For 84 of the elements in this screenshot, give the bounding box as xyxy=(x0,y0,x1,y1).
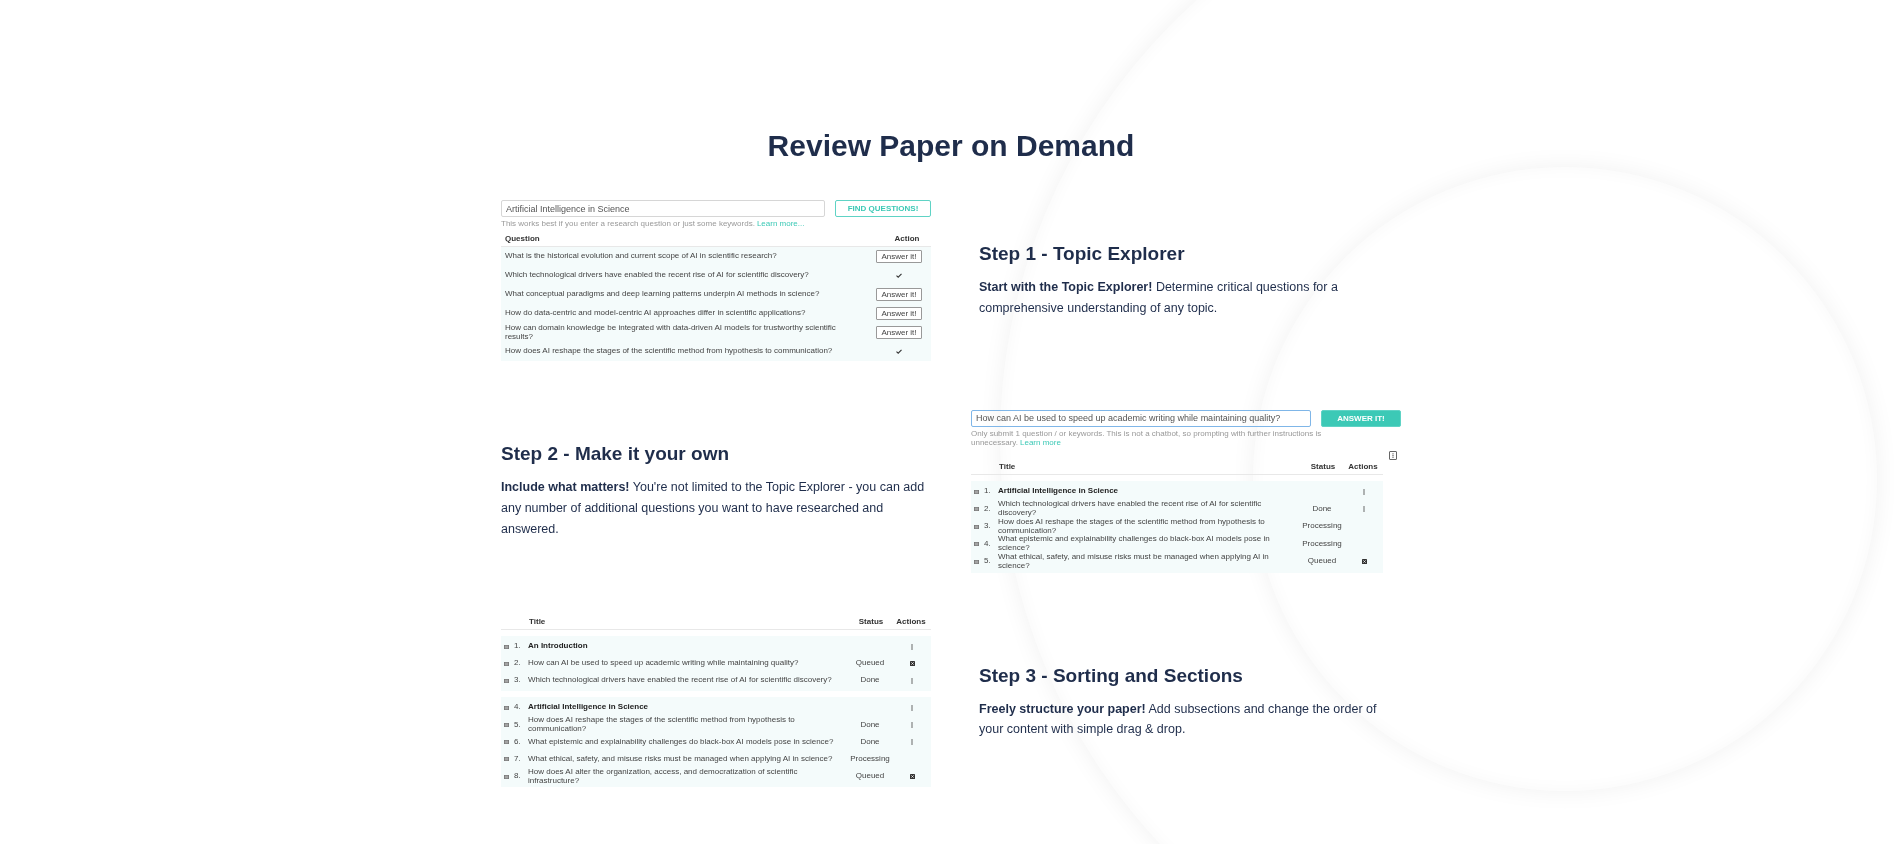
drag-handle-icon[interactable] xyxy=(974,559,979,564)
question-title: How does AI alter the organization, access, and democratization of scientific infrastructure? xyxy=(528,767,799,786)
question-title: What epistemic and explainability challenges do black-box AI models pose in science? xyxy=(528,737,835,747)
row-number: 5. xyxy=(984,557,992,567)
status-text: Done xyxy=(859,737,881,747)
answer-button[interactable]: Answer it! xyxy=(876,307,922,321)
page-title: Review Paper on Demand xyxy=(766,128,1136,164)
drag-handle-icon[interactable] xyxy=(504,740,509,745)
close-box-icon[interactable] xyxy=(1361,559,1367,565)
row-number: 1. xyxy=(514,642,522,652)
row-number: 1. xyxy=(984,487,992,497)
row-number: 3. xyxy=(984,522,992,531)
drag-handle-icon[interactable] xyxy=(504,661,509,666)
section-title: Artificial Intelligence in Science xyxy=(528,703,650,713)
row-number: 2. xyxy=(514,659,522,669)
step-heading: Step 2 - Make it your own xyxy=(501,443,731,466)
drag-handle-icon[interactable] xyxy=(974,489,979,494)
status-text: Queued xyxy=(854,659,886,669)
column-header: Title xyxy=(529,617,547,627)
question-text: Which technological drivers have enabled the recent rise of AI for scientific discovery? xyxy=(505,271,810,281)
question-title: Which technological drivers have enabled the recent rise of AI for scientific discovery? xyxy=(998,500,1263,517)
question-text: What is the historical evolution and current scope of AI in scientific research? xyxy=(505,252,778,262)
question-text: How does AI reshape the stages of the scientific method from hypothesis to communication? xyxy=(505,347,834,357)
question-text: How do data-centric and model-centric AI approaches differ in scientific applications? xyxy=(505,309,807,319)
drag-handle-icon[interactable] xyxy=(504,774,509,779)
step-heading: Step 1 - Topic Explorer xyxy=(979,242,1186,265)
row-number: 4. xyxy=(984,539,992,549)
drag-handle-icon[interactable] xyxy=(504,678,509,683)
question-title: How does AI reshape the stages of the scientific method from hypothesis to communication? xyxy=(528,716,796,734)
question-title: What epistemic and explainability challenges do black-box AI models pose in science? xyxy=(998,535,1271,553)
checkmark-icon xyxy=(896,349,902,355)
question-title: Which technological drivers have enabled the recent rise of AI for scientific discovery? xyxy=(528,676,833,686)
more-button[interactable] xyxy=(1389,451,1397,461)
column-header: Status xyxy=(1309,462,1337,472)
question-input-field[interactable]: How can AI be used to speed up academic writing while maintaining quality? xyxy=(971,409,1311,427)
status-text: Done xyxy=(1311,504,1333,514)
question-text: What conceptual paradigms and deep learning patterns underpin AI methods in science? xyxy=(505,290,821,300)
row-number: 3. xyxy=(514,676,522,686)
column-header: Title xyxy=(999,462,1017,472)
drag-handle-icon[interactable] xyxy=(974,542,979,547)
row-number: 5. xyxy=(514,720,522,730)
drag-handle-icon[interactable] xyxy=(974,524,979,529)
status-text: Queued xyxy=(1306,557,1338,567)
status-text: Done xyxy=(859,676,881,686)
status-text: Processing xyxy=(849,754,891,764)
row-number: 4. xyxy=(514,703,522,713)
column-header: Status xyxy=(857,617,885,627)
question-title: What ethical, safety, and misuse risks must be managed when applying AI in science? xyxy=(528,754,834,764)
column-header: Action xyxy=(893,234,921,244)
drag-handle-icon[interactable] xyxy=(974,507,979,511)
question-title: How can AI be used to speed up academic writing while maintaining quality? xyxy=(528,659,800,669)
drag-handle-icon[interactable] xyxy=(504,705,509,710)
column-header: Question xyxy=(505,234,541,244)
close-box-icon[interactable] xyxy=(909,661,915,667)
column-header: Actions xyxy=(1347,462,1379,472)
hint-text: Only submit 1 question / or keywords. This is not a chatbot, so prompting with further instructions is unnecessary. Learn more xyxy=(971,428,1323,448)
row-number: 2. xyxy=(984,504,992,514)
checkmark-icon xyxy=(896,273,902,279)
status-text: Processing xyxy=(1301,522,1343,531)
step-heading: Step 3 - Sorting and Sections xyxy=(979,664,1244,687)
answer-button[interactable]: Answer it! xyxy=(876,288,922,302)
question-title: How does AI reshape the stages of the scientific method from hypothesis to communication? xyxy=(998,517,1266,536)
close-box-icon[interactable] xyxy=(909,774,915,780)
topic-input-field[interactable]: Artificial Intelligence in Science xyxy=(501,200,825,217)
row-number: 8. xyxy=(514,772,522,781)
status-text: Processing xyxy=(1301,539,1343,549)
row-number: 6. xyxy=(514,737,522,747)
answer-button[interactable]: Answer it! xyxy=(876,326,922,340)
hint-text: This works best if you enter a research question or just some keywords. Learn more... xyxy=(501,219,806,229)
step-description: Start with the Topic Explorer! Determine critical questions for a comprehensive understanding of any topic. xyxy=(979,278,1339,317)
section-title: Artificial Intelligence in Science xyxy=(998,487,1120,497)
row-number: 7. xyxy=(514,754,522,764)
status-text: Done xyxy=(859,720,881,730)
drag-handle-icon[interactable] xyxy=(504,723,509,727)
drag-handle-icon[interactable] xyxy=(504,757,509,762)
answer-button[interactable]: Answer it! xyxy=(876,250,922,264)
step-description: Include what matters! You're not limited to the Topic Explorer - you can add any number of additional questions you want to have researched and answered. xyxy=(501,479,926,538)
column-header: Actions xyxy=(895,617,927,627)
section-title: An Introduction xyxy=(528,642,589,652)
drag-handle-icon[interactable] xyxy=(504,644,509,649)
status-text: Queued xyxy=(854,772,886,781)
step-description: Freely structure your paper! Add subsections and change the order of your content with simple drag & drop. xyxy=(979,700,1378,739)
question-title: What ethical, safety, and misuse risks must be managed when applying AI in science? xyxy=(998,552,1270,571)
question-text: How can domain knowledge be integrated with data-driven AI models for trustworthy scientific results? xyxy=(505,323,837,342)
